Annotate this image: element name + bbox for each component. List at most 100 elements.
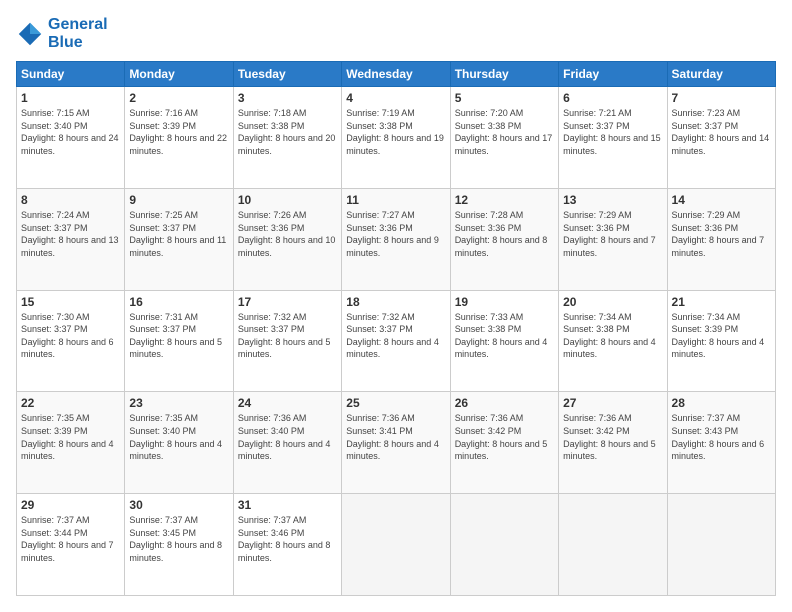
calendar-header-row: SundayMondayTuesdayWednesdayThursdayFrid…: [17, 62, 776, 87]
calendar-cell: 29 Sunrise: 7:37 AMSunset: 3:44 PMDayligh…: [17, 494, 125, 596]
day-info: Sunrise: 7:15 AMSunset: 3:40 PMDaylight:…: [21, 107, 120, 157]
day-info: Sunrise: 7:31 AMSunset: 3:37 PMDaylight:…: [129, 311, 228, 361]
day-info: Sunrise: 7:36 AMSunset: 3:42 PMDaylight:…: [455, 412, 554, 462]
col-header-wednesday: Wednesday: [342, 62, 450, 87]
day-number: 23: [129, 396, 228, 410]
day-info: Sunrise: 7:23 AMSunset: 3:37 PMDaylight:…: [672, 107, 771, 157]
day-info: Sunrise: 7:29 AMSunset: 3:36 PMDaylight:…: [563, 209, 662, 259]
col-header-thursday: Thursday: [450, 62, 558, 87]
logo-text: General Blue: [48, 16, 108, 51]
day-number: 4: [346, 91, 445, 105]
col-header-friday: Friday: [559, 62, 667, 87]
day-info: Sunrise: 7:36 AMSunset: 3:40 PMDaylight:…: [238, 412, 337, 462]
day-number: 19: [455, 295, 554, 309]
week-row-3: 15Sunrise: 7:30 AMSunset: 3:37 PMDayligh…: [17, 290, 776, 392]
calendar-cell: 30 Sunrise: 7:37 AMSunset: 3:45 PMDayligh…: [125, 494, 233, 596]
calendar-cell: 4Sunrise: 7:19 AMSunset: 3:38 PMDaylight…: [342, 87, 450, 189]
week-row-1: 1 Sunrise: 7:15 AMSunset: 3:40 PMDaylight…: [17, 87, 776, 189]
calendar-cell: 10 Sunrise: 7:26 AMSunset: 3:36 PMDayligh…: [233, 188, 341, 290]
day-info: Sunrise: 7:25 AMSunset: 3:37 PMDaylight:…: [129, 209, 228, 259]
day-info: Sunrise: 7:18 AMSunset: 3:38 PMDaylight:…: [238, 107, 337, 157]
day-info: Sunrise: 7:32 AMSunset: 3:37 PMDaylight:…: [346, 311, 445, 361]
day-number: 25: [346, 396, 445, 410]
week-row-4: 22Sunrise: 7:35 AMSunset: 3:39 PMDayligh…: [17, 392, 776, 494]
day-number: 29: [21, 498, 120, 512]
calendar-cell: 18 Sunrise: 7:32 AMSunset: 3:37 PMDayligh…: [342, 290, 450, 392]
calendar-cell: 6Sunrise: 7:21 AMSunset: 3:37 PMDaylight…: [559, 87, 667, 189]
day-info: Sunrise: 7:20 AMSunset: 3:38 PMDaylight:…: [455, 107, 554, 157]
calendar-cell: 19Sunrise: 7:33 AMSunset: 3:38 PMDayligh…: [450, 290, 558, 392]
day-info: Sunrise: 7:26 AMSunset: 3:36 PMDaylight:…: [238, 209, 337, 259]
day-number: 27: [563, 396, 662, 410]
calendar-cell: 22Sunrise: 7:35 AMSunset: 3:39 PMDayligh…: [17, 392, 125, 494]
calendar-cell: 5Sunrise: 7:20 AMSunset: 3:38 PMDaylight…: [450, 87, 558, 189]
day-info: Sunrise: 7:37 AMSunset: 3:46 PMDaylight:…: [238, 514, 337, 564]
day-number: 28: [672, 396, 771, 410]
day-number: 3: [238, 91, 337, 105]
day-number: 10: [238, 193, 337, 207]
day-number: 9: [129, 193, 228, 207]
day-info: Sunrise: 7:36 AMSunset: 3:42 PMDaylight:…: [563, 412, 662, 462]
day-info: Sunrise: 7:16 AMSunset: 3:39 PMDaylight:…: [129, 107, 228, 157]
day-info: Sunrise: 7:37 AMSunset: 3:45 PMDaylight:…: [129, 514, 228, 564]
calendar-cell: [342, 494, 450, 596]
day-number: 7: [672, 91, 771, 105]
col-header-monday: Monday: [125, 62, 233, 87]
col-header-sunday: Sunday: [17, 62, 125, 87]
calendar-cell: 20 Sunrise: 7:34 AMSunset: 3:38 PMDayligh…: [559, 290, 667, 392]
calendar-cell: 27 Sunrise: 7:36 AMSunset: 3:42 PMDayligh…: [559, 392, 667, 494]
calendar-cell: 7 Sunrise: 7:23 AMSunset: 3:37 PMDaylight…: [667, 87, 775, 189]
day-number: 8: [21, 193, 120, 207]
day-info: Sunrise: 7:36 AMSunset: 3:41 PMDaylight:…: [346, 412, 445, 462]
day-number: 1: [21, 91, 120, 105]
calendar-cell: [559, 494, 667, 596]
day-number: 18: [346, 295, 445, 309]
day-number: 14: [672, 193, 771, 207]
calendar-table: SundayMondayTuesdayWednesdayThursdayFrid…: [16, 61, 776, 596]
day-info: Sunrise: 7:37 AMSunset: 3:43 PMDaylight:…: [672, 412, 771, 462]
day-number: 24: [238, 396, 337, 410]
calendar-cell: 15Sunrise: 7:30 AMSunset: 3:37 PMDayligh…: [17, 290, 125, 392]
day-number: 11: [346, 193, 445, 207]
day-info: Sunrise: 7:28 AMSunset: 3:36 PMDaylight:…: [455, 209, 554, 259]
day-number: 20: [563, 295, 662, 309]
calendar-cell: 26 Sunrise: 7:36 AMSunset: 3:42 PMDayligh…: [450, 392, 558, 494]
day-info: Sunrise: 7:29 AMSunset: 3:36 PMDaylight:…: [672, 209, 771, 259]
calendar-cell: 9 Sunrise: 7:25 AMSunset: 3:37 PMDaylight…: [125, 188, 233, 290]
calendar-cell: 23 Sunrise: 7:35 AMSunset: 3:40 PMDayligh…: [125, 392, 233, 494]
calendar-cell: 13Sunrise: 7:29 AMSunset: 3:36 PMDayligh…: [559, 188, 667, 290]
calendar-body: 1 Sunrise: 7:15 AMSunset: 3:40 PMDaylight…: [17, 87, 776, 596]
day-number: 6: [563, 91, 662, 105]
calendar-cell: 24 Sunrise: 7:36 AMSunset: 3:40 PMDayligh…: [233, 392, 341, 494]
day-number: 17: [238, 295, 337, 309]
day-number: 31: [238, 498, 337, 512]
calendar-cell: 1 Sunrise: 7:15 AMSunset: 3:40 PMDaylight…: [17, 87, 125, 189]
day-number: 2: [129, 91, 228, 105]
calendar-cell: 8 Sunrise: 7:24 AMSunset: 3:37 PMDaylight…: [17, 188, 125, 290]
header: General Blue: [16, 16, 776, 51]
page: General Blue SundayMondayTuesdayWednesda…: [0, 0, 792, 612]
logo-icon: [16, 20, 44, 48]
day-info: Sunrise: 7:24 AMSunset: 3:37 PMDaylight:…: [21, 209, 120, 259]
calendar-cell: 21Sunrise: 7:34 AMSunset: 3:39 PMDayligh…: [667, 290, 775, 392]
calendar-cell: 31 Sunrise: 7:37 AMSunset: 3:46 PMDayligh…: [233, 494, 341, 596]
day-number: 21: [672, 295, 771, 309]
calendar-cell: 14 Sunrise: 7:29 AMSunset: 3:36 PMDayligh…: [667, 188, 775, 290]
calendar-cell: 2 Sunrise: 7:16 AMSunset: 3:39 PMDaylight…: [125, 87, 233, 189]
calendar-cell: 17Sunrise: 7:32 AMSunset: 3:37 PMDayligh…: [233, 290, 341, 392]
day-info: Sunrise: 7:37 AMSunset: 3:44 PMDaylight:…: [21, 514, 120, 564]
day-info: Sunrise: 7:34 AMSunset: 3:38 PMDaylight:…: [563, 311, 662, 361]
calendar-cell: 25 Sunrise: 7:36 AMSunset: 3:41 PMDayligh…: [342, 392, 450, 494]
day-number: 26: [455, 396, 554, 410]
day-number: 15: [21, 295, 120, 309]
calendar-cell: 28 Sunrise: 7:37 AMSunset: 3:43 PMDayligh…: [667, 392, 775, 494]
calendar-cell: 12 Sunrise: 7:28 AMSunset: 3:36 PMDayligh…: [450, 188, 558, 290]
day-number: 12: [455, 193, 554, 207]
day-number: 16: [129, 295, 228, 309]
calendar-cell: 3 Sunrise: 7:18 AMSunset: 3:38 PMDaylight…: [233, 87, 341, 189]
day-info: Sunrise: 7:35 AMSunset: 3:40 PMDaylight:…: [129, 412, 228, 462]
day-number: 30: [129, 498, 228, 512]
col-header-saturday: Saturday: [667, 62, 775, 87]
calendar-cell: [667, 494, 775, 596]
calendar-cell: 11Sunrise: 7:27 AMSunset: 3:36 PMDayligh…: [342, 188, 450, 290]
